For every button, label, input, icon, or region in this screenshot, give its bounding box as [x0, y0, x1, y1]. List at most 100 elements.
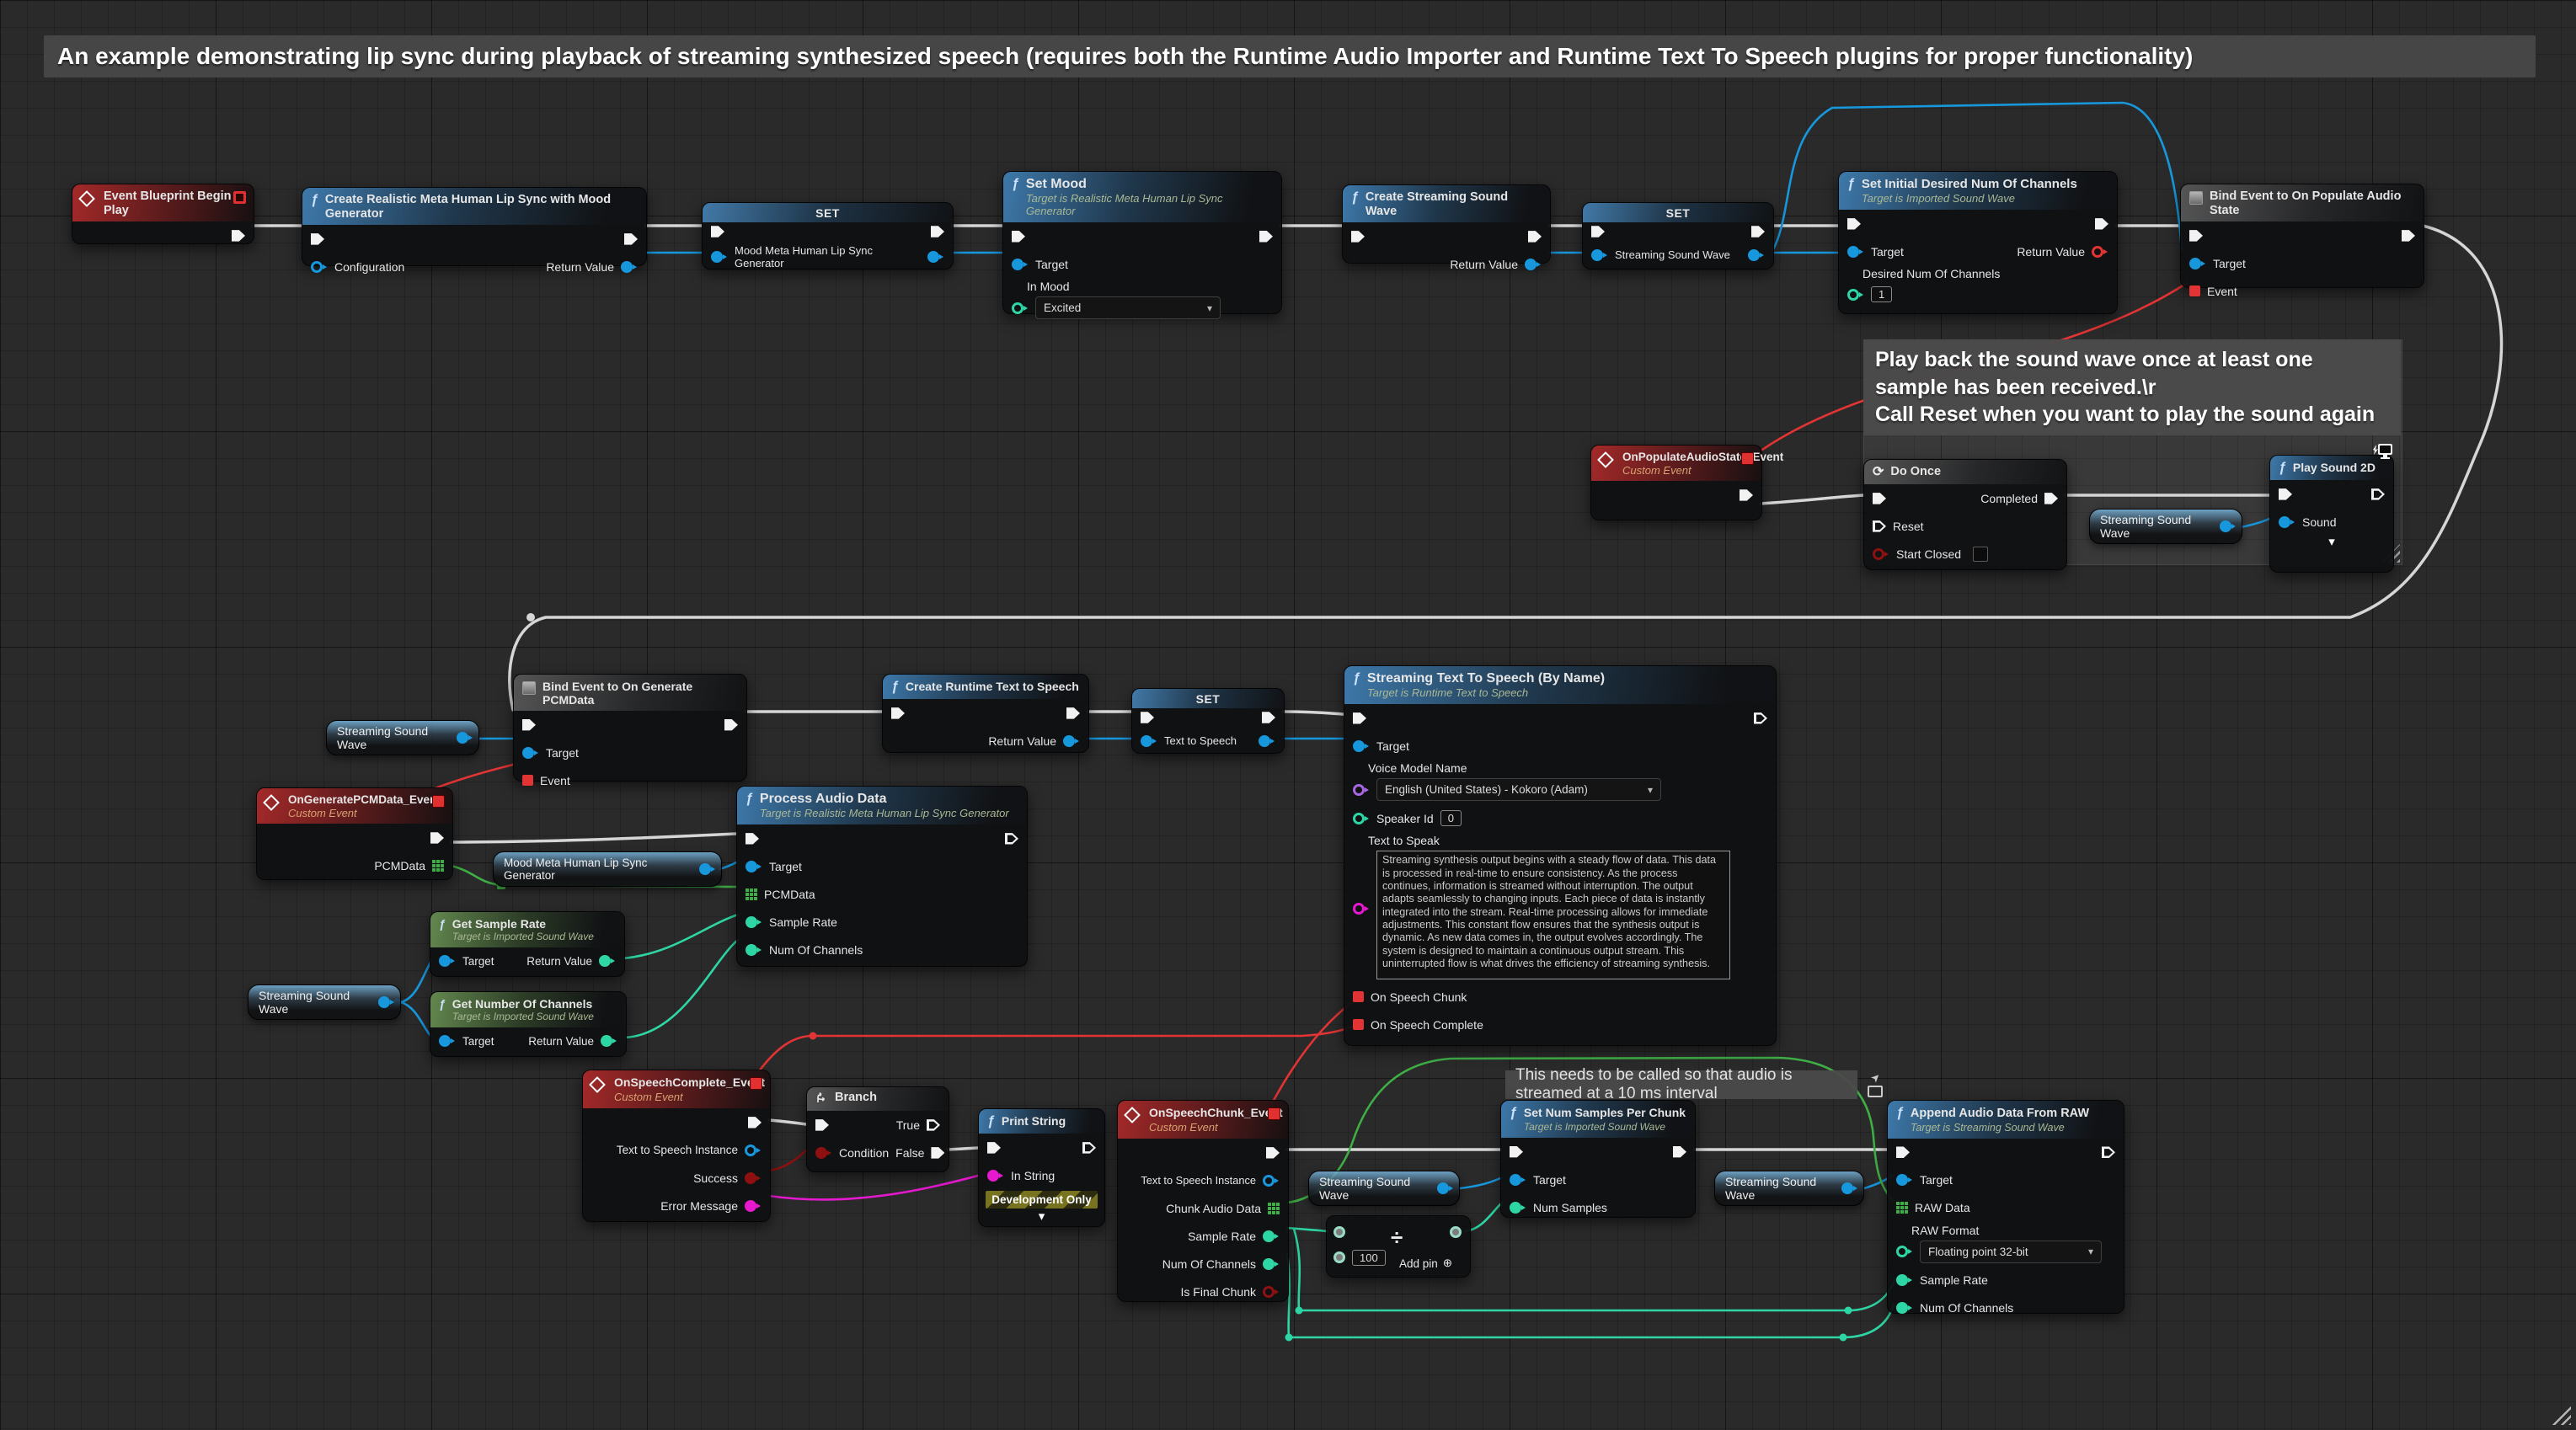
- exec-in-pin[interactable]: [311, 232, 324, 246]
- pin-icon[interactable]: ➤: [1868, 1070, 1883, 1085]
- node-get-sample-rate[interactable]: ƒ Get Sample Rate Target is Imported Sou…: [430, 911, 625, 977]
- event-delegate-pin[interactable]: [2189, 285, 2200, 296]
- node-process-audio-data[interactable]: ƒ Process Audio Data Target is Realistic…: [736, 786, 1028, 967]
- exec-out-pin[interactable]: [2102, 1145, 2115, 1159]
- return-value-pin[interactable]: [599, 955, 611, 967]
- on-speech-chunk-delegate-pin[interactable]: [1353, 991, 1364, 1002]
- raw-format-dropdown[interactable]: Floating point 32-bit ▾: [1920, 1241, 2102, 1263]
- return-value-pin[interactable]: [1525, 259, 1537, 270]
- exec-in-pin[interactable]: [987, 1141, 1001, 1155]
- exec-out-pin[interactable]: [724, 718, 738, 732]
- divide-value-input[interactable]: 100: [1352, 1250, 1386, 1266]
- node-divide[interactable]: 100 ÷ Add pin ⊕: [1326, 1215, 1471, 1278]
- var-pill-streaming-sound-wave[interactable]: Streaming Sound Wave: [1308, 1171, 1460, 1206]
- sample-rate-pin[interactable]: [746, 916, 757, 928]
- sample-rate-pin[interactable]: [1896, 1274, 1908, 1286]
- exec-out-pin[interactable]: [1266, 1146, 1280, 1160]
- var-out-pin[interactable]: [378, 996, 390, 1008]
- exec-out-pin[interactable]: [931, 225, 944, 238]
- node-create-lipsync-generator[interactable]: ƒ Create Realistic Meta Human Lip Sync w…: [302, 187, 647, 266]
- target-pin[interactable]: [439, 955, 451, 967]
- target-pin[interactable]: [1847, 246, 1859, 258]
- node-create-runtime-tts[interactable]: ƒ Create Runtime Text to Speech Return V…: [882, 674, 1089, 753]
- raw-data-array-pin[interactable]: [1896, 1202, 1908, 1214]
- var-pill-streaming-sound-wave[interactable]: Streaming Sound Wave: [2089, 509, 2242, 544]
- node-on-speech-complete-event[interactable]: OnSpeechComplete_Event Custom Event Text…: [582, 1070, 771, 1222]
- exec-out-pin[interactable]: [748, 1116, 762, 1129]
- node-on-populate-audio-state-event[interactable]: OnPopulateAudioState_Event Custom Event: [1590, 445, 1762, 520]
- false-exec-out-pin[interactable]: [931, 1146, 944, 1160]
- is-final-chunk-pin[interactable]: [1263, 1286, 1275, 1298]
- target-pin[interactable]: [746, 861, 757, 872]
- var-out-pin[interactable]: [1259, 735, 1270, 747]
- target-pin[interactable]: [522, 747, 534, 759]
- raw-format-pin[interactable]: [1896, 1246, 1908, 1257]
- var-out-pin[interactable]: [1841, 1182, 1853, 1194]
- exec-out-pin[interactable]: [1740, 488, 1753, 502]
- var-in-pin[interactable]: [711, 251, 723, 263]
- target-pin[interactable]: [439, 1035, 451, 1047]
- exec-in-pin[interactable]: [1847, 217, 1861, 231]
- var-pill-streaming-sound-wave[interactable]: Streaming Sound Wave: [1714, 1171, 1864, 1206]
- exec-out-pin[interactable]: [1082, 1141, 1096, 1155]
- node-on-generate-pcmdata-event[interactable]: OnGeneratePCMData_Event Custom Event PCM…: [256, 787, 453, 880]
- exec-in-pin[interactable]: [1353, 712, 1366, 725]
- condition-pin[interactable]: [815, 1147, 827, 1159]
- desired-channels-pin[interactable]: [1847, 289, 1859, 301]
- pcmdata-array-pin[interactable]: [746, 888, 757, 900]
- num-channels-pin[interactable]: [1263, 1258, 1275, 1270]
- reset-exec-in-pin[interactable]: [1873, 520, 1886, 533]
- start-closed-pin[interactable]: [1873, 548, 1884, 560]
- sound-pin[interactable]: [2279, 516, 2290, 528]
- node-bind-event-populate-audio[interactable]: Bind Event to On Populate Audio State Ta…: [2180, 184, 2424, 288]
- node-append-audio-data-from-raw[interactable]: ƒ Append Audio Data From RAW Target is S…: [1887, 1100, 2124, 1314]
- node-create-streaming-sound-wave[interactable]: ƒ Create Streaming Sound Wave Return Val…: [1342, 184, 1551, 264]
- chunk-audio-data-array-pin[interactable]: [1268, 1203, 1280, 1214]
- exec-out-pin[interactable]: [1262, 711, 1275, 724]
- completed-exec-out-pin[interactable]: [2044, 492, 2058, 505]
- node-branch[interactable]: Branch True Condition False: [806, 1086, 949, 1172]
- exec-in-pin[interactable]: [815, 1118, 829, 1132]
- exec-out-pin[interactable]: [2095, 217, 2108, 231]
- tts-instance-pin[interactable]: [745, 1145, 756, 1156]
- var-out-pin[interactable]: [2220, 520, 2231, 532]
- delegate-square-icon[interactable]: [750, 1077, 762, 1090]
- var-pill-streaming-sound-wave[interactable]: Streaming Sound Wave: [248, 984, 401, 1020]
- exec-out-pin[interactable]: [1259, 230, 1273, 243]
- var-in-pin[interactable]: [1141, 735, 1152, 747]
- var-in-pin[interactable]: [1591, 249, 1603, 261]
- return-value-pin[interactable]: [601, 1035, 612, 1047]
- target-pin[interactable]: [1510, 1174, 1521, 1186]
- sample-rate-pin[interactable]: [1263, 1230, 1275, 1242]
- text-to-speak-pin[interactable]: [1353, 903, 1365, 915]
- num-channels-pin[interactable]: [1896, 1302, 1908, 1314]
- node-streaming-text-to-speech[interactable]: ƒ Streaming Text To Speech (By Name) Tar…: [1344, 665, 1777, 1046]
- delegate-square-icon[interactable]: [1268, 1107, 1280, 1120]
- configuration-pin[interactable]: [311, 261, 323, 273]
- success-pin[interactable]: [745, 1172, 756, 1184]
- exec-in-pin[interactable]: [2189, 229, 2203, 243]
- var-out-pin[interactable]: [1748, 249, 1760, 261]
- interval-comment[interactable]: This needs to be called so that audio is…: [1505, 1070, 1857, 1099]
- node-set-streaming-sound-wave-var[interactable]: SET Streaming Sound Wave: [1582, 202, 1774, 269]
- node-play-sound-2d[interactable]: ƒ Play Sound 2D Sound ▾: [2269, 455, 2394, 573]
- add-pin-button[interactable]: Add pin ⊕: [1399, 1257, 1452, 1270]
- node-bind-event-generate-pcmdata[interactable]: Bind Event to On Generate PCMData Target…: [513, 674, 747, 782]
- var-out-pin[interactable]: [457, 732, 468, 744]
- start-closed-checkbox[interactable]: [1973, 547, 1988, 562]
- target-pin[interactable]: [1896, 1174, 1908, 1186]
- exec-out-pin[interactable]: [2402, 229, 2415, 243]
- in-mood-dropdown[interactable]: Excited ▾: [1035, 296, 1221, 319]
- voice-model-pin[interactable]: [1353, 784, 1365, 796]
- var-out-pin[interactable]: [927, 251, 939, 263]
- exec-out-pin[interactable]: [1751, 225, 1765, 238]
- target-pin[interactable]: [2189, 258, 2201, 269]
- delegate-square-icon[interactable]: [233, 191, 246, 204]
- exec-out-pin[interactable]: [1005, 832, 1018, 846]
- voice-model-dropdown[interactable]: English (United States) - Kokoro (Adam) …: [1376, 778, 1661, 801]
- comment-bubble-icon[interactable]: [1868, 1086, 1883, 1097]
- divide-input-a-pin[interactable]: [1333, 1226, 1345, 1238]
- delegate-square-icon[interactable]: [432, 795, 445, 808]
- target-pin[interactable]: [1012, 259, 1023, 270]
- node-set-text-to-speech-var[interactable]: SET Text to Speech: [1131, 688, 1285, 754]
